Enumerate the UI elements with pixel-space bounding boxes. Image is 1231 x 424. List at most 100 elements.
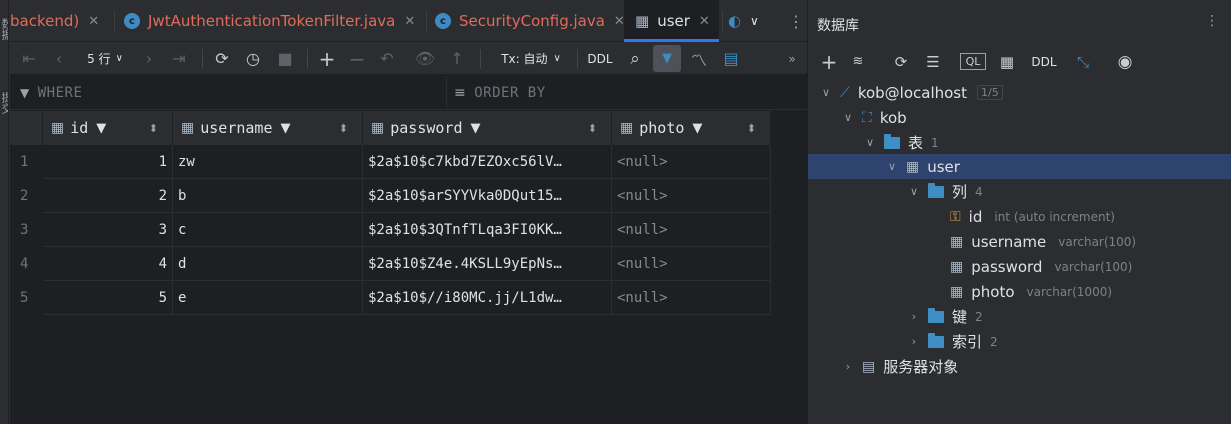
view-mode-icon[interactable]: ▤ [718,42,744,75]
submit-icon[interactable]: ↑ [444,42,470,75]
cell-password[interactable]: $2a$10$//i80MC.jj/L1dw… [363,281,612,315]
cell-username[interactable]: d [173,247,363,281]
column-filter-icon[interactable]: ▼ [96,121,106,136]
cell-id[interactable]: 5 [43,281,173,315]
chevron-down-icon[interactable]: ∨ [906,185,922,198]
orderby-filter-input[interactable]: ≡ ORDER BY [454,76,804,110]
tab-security-config[interactable]: c SecurityConfig.java ✕ [431,0,626,42]
sort-icon[interactable]: ⬍ [149,122,158,135]
row-number[interactable]: 5 [10,281,42,315]
row-number[interactable]: 4 [10,247,42,281]
tab-user[interactable]: ▦ user ✕ [624,0,719,42]
chevron-right-icon[interactable]: › [840,360,856,373]
view-options-icon[interactable]: ◉ [1112,45,1138,78]
tree-node-column-id[interactable]: ⚿ id int (auto increment) [950,204,1115,229]
column-filter-icon[interactable]: ▼ [280,121,290,136]
column-header-password[interactable]: ▦ password ▼ ⬍ [363,111,612,145]
chevron-down-icon[interactable]: ∨ [862,136,878,149]
cell-id[interactable]: 2 [43,179,173,213]
add-icon[interactable]: + [816,45,842,78]
column-filter-icon[interactable]: ▼ [692,121,702,136]
more-options-icon[interactable]: ⋮ [1205,13,1219,29]
tree-node-connection[interactable]: ∨ ⟋ kob@localhost 1/5 [818,80,1003,105]
cell-id[interactable]: 1 [43,145,173,179]
stop-icon[interactable]: ■ [272,42,298,75]
revert-icon[interactable]: ↶ [374,42,400,75]
cell-username[interactable]: b [173,179,363,213]
cell-username[interactable]: e [173,281,363,315]
schema-manage-icon[interactable]: ☰ [920,45,946,78]
tree-node-schema[interactable]: ∨ ⛶ kob [840,105,907,130]
tree-node-column-photo[interactable]: ▦ photo varchar(1000) [950,279,1112,304]
database-tool-label[interactable]: 数据 [0,18,8,40]
column-header-photo[interactable]: ▦ photo ▼ ⬍ [612,111,771,145]
jump-to-source-icon[interactable]: ⤡ [1070,45,1096,78]
tree-node-tables[interactable]: ∨ 表 1 [862,130,939,155]
more-options-icon[interactable]: ⋮ [788,0,804,42]
cell-username[interactable]: zw [173,145,363,179]
tree-node-indexes[interactable]: › 索引 2 [906,329,998,354]
cell-photo[interactable]: <null> [612,247,771,281]
column-filter-icon[interactable]: ▼ [470,121,480,136]
delete-row-icon[interactable]: − [344,42,370,75]
search-icon[interactable]: ⌕ [622,42,648,75]
ddl-button[interactable]: DDL [580,42,620,75]
add-row-icon[interactable]: + [314,42,340,75]
chevron-down-icon[interactable]: ∨ [884,160,900,173]
chevron-down-icon[interactable]: ∨ [840,111,856,124]
tree-node-table-user[interactable]: ∨ ▦ user [884,154,960,179]
tab-list-chevron-icon[interactable]: ∨ [750,0,768,42]
row-number[interactable]: 1 [10,145,42,179]
commit-tool-label[interactable]: 提交 [0,92,8,114]
refresh-icon[interactable]: ⟳ [888,45,914,78]
sort-icon[interactable]: ⬍ [588,122,597,135]
table-view-icon[interactable]: ▦ [994,45,1020,78]
column-header-username[interactable]: ▦ username ▼ ⬍ [173,111,363,145]
filter-toggle-icon[interactable]: ▼ [653,45,681,72]
chevron-down-icon[interactable]: ∨ [818,86,834,99]
cell-photo[interactable]: <null> [612,213,771,247]
refresh-icon[interactable]: ⟳ [209,42,235,75]
tree-node-column-password[interactable]: ▦ password varchar(100) [950,254,1132,279]
cell-username[interactable]: c [173,213,363,247]
cell-id[interactable]: 3 [43,213,173,247]
tree-node-columns[interactable]: ∨ 列 4 [906,179,983,204]
last-page-icon[interactable]: ⇥ [166,42,192,75]
cell-password[interactable]: $2a$10$Z4e.4KSLL9yEpNs… [363,247,612,281]
ddl-button[interactable]: DDL [1026,45,1062,78]
transaction-mode-selector[interactable]: Tx: 自动 ∨ [488,42,574,75]
column-header-id[interactable]: ▦ id ▼ ⬍ [43,111,173,145]
close-icon[interactable]: ✕ [699,14,710,29]
tab-jwt-filter[interactable]: c JwtAuthenticationTokenFilter.java ✕ [120,0,425,42]
chart-icon[interactable]: 〽 [686,42,712,75]
cell-password[interactable]: $2a$10$c7kbd7EZOxc56lV… [363,145,612,179]
where-filter-input[interactable]: ▼ WHERE [20,76,448,110]
row-number[interactable]: 3 [10,213,42,247]
tab-backend[interactable]: backend) ✕ [10,0,110,42]
cell-photo[interactable]: <null> [612,281,771,315]
data-source-properties-icon[interactable]: ≋ [846,45,870,78]
cell-password[interactable]: $2a$10$3QTnfTLqa3FI0KK… [363,213,612,247]
sort-icon[interactable]: ⬍ [747,122,756,135]
tree-node-column-username[interactable]: ▦ username varchar(100) [950,229,1136,254]
row-number[interactable]: 2 [10,179,42,213]
sort-icon[interactable]: ⬍ [339,122,348,135]
toolbar-overflow-icon[interactable]: » [782,42,802,75]
close-icon[interactable]: ✕ [88,14,99,29]
cell-photo[interactable]: <null> [612,179,771,213]
cell-photo[interactable]: <null> [612,145,771,179]
page-size-selector[interactable]: 5 行 ∨ [78,42,132,75]
previous-page-icon[interactable]: ‹ [46,42,72,75]
chevron-right-icon[interactable]: › [906,335,922,348]
cell-id[interactable]: 4 [43,247,173,281]
chevron-right-icon[interactable]: › [906,310,922,323]
tree-node-server-objects[interactable]: › ▤ 服务器对象 [840,354,958,379]
first-page-icon[interactable]: ⇤ [16,42,42,75]
cell-password[interactable]: $2a$10$arSYYVka0DQut15… [363,179,612,213]
preview-changes-icon[interactable]: 👁 [412,42,438,75]
history-icon[interactable]: ◷ [240,42,266,75]
tree-node-keys[interactable]: › 键 2 [906,304,983,329]
tab-overflow-partial[interactable]: ◐ [728,0,742,42]
query-console-icon[interactable]: QL [960,53,986,70]
next-page-icon[interactable]: › [136,42,162,75]
